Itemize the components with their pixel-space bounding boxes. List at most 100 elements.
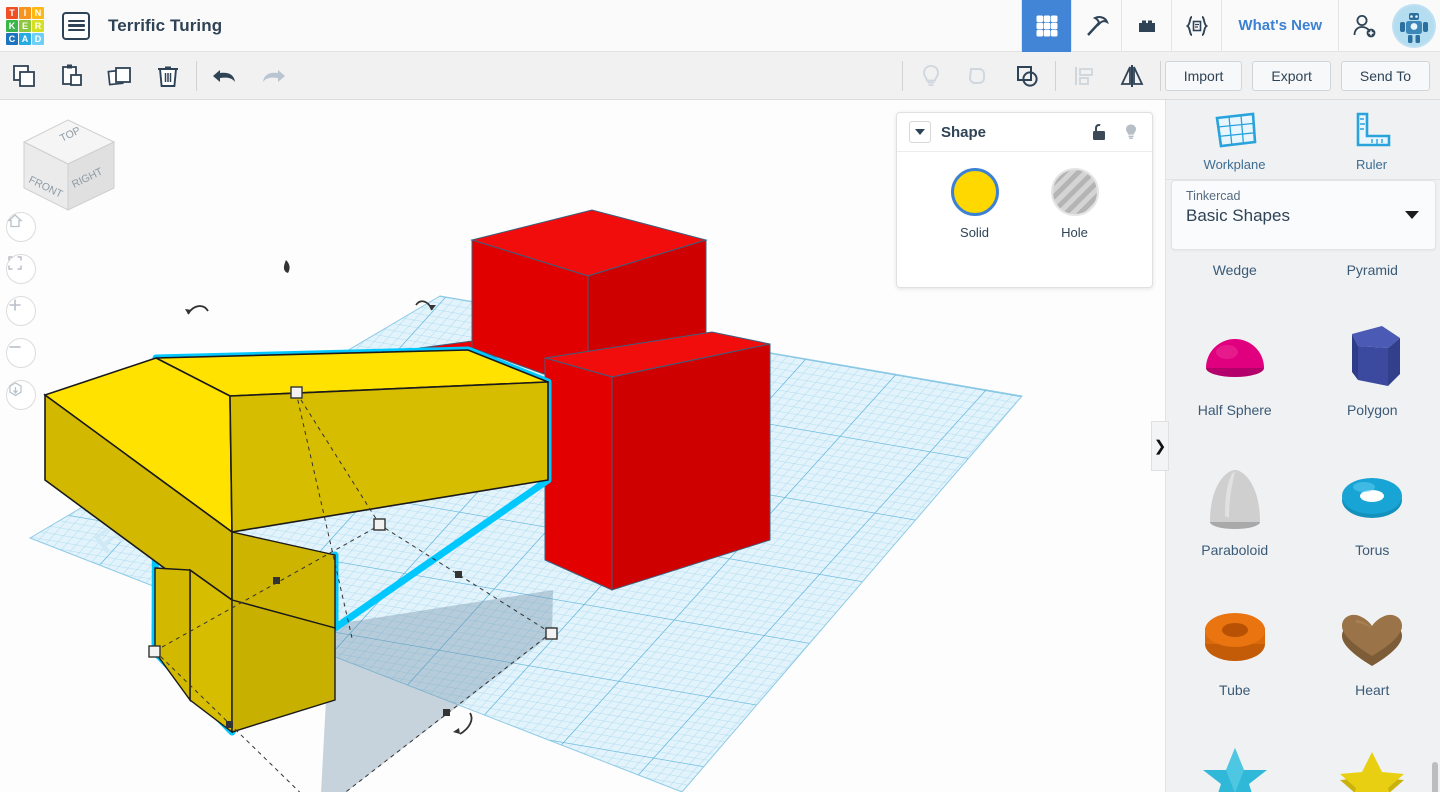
- shape-library-dropdown[interactable]: Tinkercad Basic Shapes: [1171, 180, 1436, 250]
- designs-grid-icon[interactable]: [1021, 0, 1072, 52]
- star-yellow-icon: [1340, 752, 1405, 792]
- align-icon[interactable]: [1060, 52, 1108, 99]
- grid-glyph: [1036, 15, 1058, 36]
- home-view-button[interactable]: [6, 212, 36, 242]
- logo-tile-c: C: [6, 32, 18, 45]
- toolbar-divider-2: [901, 60, 903, 91]
- logo-tile-t: T: [6, 6, 18, 19]
- logo-tile-r: R: [32, 19, 44, 32]
- shape-item-star-yellow[interactable]: [1304, 716, 1440, 792]
- list-menu-icon[interactable]: [62, 11, 90, 40]
- duplicate-icon[interactable]: [96, 52, 144, 99]
- tube-thumb: [1180, 590, 1290, 680]
- shapes-grid: Wedge Pyramid Half Sphere Polygon Parabo…: [1166, 252, 1440, 792]
- ortho-toggle-button[interactable]: [6, 380, 36, 410]
- minecraft-pickaxe-icon[interactable]: [1071, 0, 1121, 52]
- scale-handle-center: [373, 518, 386, 531]
- solid-swatch: [950, 168, 999, 216]
- import-button[interactable]: Import: [1164, 60, 1243, 91]
- home-icon: [7, 214, 23, 228]
- polygon-thumb: [1317, 310, 1427, 400]
- shape-item-polygon[interactable]: Polygon: [1304, 296, 1440, 436]
- header-actions: What's New: [1021, 0, 1440, 52]
- redo-glyph: [263, 69, 285, 82]
- torus-label: Torus: [1355, 542, 1390, 558]
- lightbulb-glyph: [922, 64, 939, 86]
- star-teal-icon: [1202, 748, 1267, 792]
- tinkercad-logo[interactable]: T I N K E R C A D: [6, 6, 44, 45]
- zoom-in-button[interactable]: [6, 296, 36, 326]
- lightbulb-icon[interactable]: [907, 52, 955, 99]
- shapes-scrollbar[interactable]: [1432, 762, 1438, 792]
- shapes-scroll-area[interactable]: Wedge Pyramid Half Sphere Polygon Parabo…: [1166, 252, 1440, 792]
- mid-handle-right: [455, 571, 462, 578]
- undo-glyph: [213, 69, 235, 82]
- group-icon[interactable]: [955, 52, 1003, 99]
- shape-item-heart[interactable]: Heart: [1304, 576, 1440, 716]
- mirror-glyph: [1120, 64, 1144, 87]
- heart-thumb: [1317, 590, 1427, 680]
- solid-option[interactable]: Solid: [950, 168, 999, 240]
- toolbar-divider-4: [1159, 60, 1161, 91]
- lego-brick-icon[interactable]: [1121, 0, 1171, 52]
- send-to-button[interactable]: Send To: [1340, 60, 1430, 91]
- shape-item-wedge[interactable]: Wedge: [1166, 252, 1304, 296]
- paste-icon[interactable]: [48, 52, 96, 99]
- view-cube[interactable]: TOP FRONT RIGHT: [10, 112, 122, 224]
- paste-glyph: [62, 64, 82, 86]
- main-toolbar: Import Export Send To: [0, 52, 1440, 100]
- tube-label: Tube: [1219, 682, 1251, 698]
- workplane-ruler-row: Workplane Ruler: [1166, 100, 1440, 180]
- star-teal-thumb: [1180, 730, 1290, 792]
- brick-glyph: [1138, 20, 1155, 32]
- polygon-label: Polygon: [1346, 402, 1398, 418]
- ungroup-icon[interactable]: [1003, 52, 1051, 99]
- shape-panel-tools: [1090, 122, 1140, 142]
- lightbulb-icon[interactable]: [1122, 122, 1140, 142]
- hole-option[interactable]: Hole: [1050, 168, 1099, 240]
- redo-icon[interactable]: [249, 52, 297, 99]
- polygon-icon: [1352, 326, 1401, 386]
- cube-perspective-icon: [9, 382, 22, 397]
- toolbar-divider-3: [1054, 60, 1056, 91]
- export-button[interactable]: Export: [1252, 60, 1331, 91]
- workplane-tool[interactable]: Workplane: [1166, 100, 1303, 179]
- shape-panel-header: Shape: [897, 113, 1152, 152]
- copy-icon[interactable]: [0, 52, 48, 99]
- shape-item-tube[interactable]: Tube: [1166, 576, 1304, 716]
- shape-item-pyramid[interactable]: Pyramid: [1304, 252, 1440, 296]
- shape-item-paraboloid[interactable]: Paraboloid: [1166, 436, 1304, 576]
- half-sphere-label: Half Sphere: [1197, 402, 1272, 418]
- avatar[interactable]: [1392, 3, 1436, 48]
- hole-label: Hole: [1061, 225, 1088, 240]
- delete-trash-icon[interactable]: [144, 52, 192, 99]
- zoom-out-button[interactable]: [6, 338, 36, 368]
- codeblocks-icon[interactable]: [1171, 0, 1221, 52]
- undo-icon[interactable]: [201, 52, 249, 99]
- height-arrow-marker[interactable]: [283, 260, 290, 273]
- fit-view-button[interactable]: [6, 254, 36, 284]
- ruler-tool[interactable]: Ruler: [1303, 100, 1440, 179]
- shape-item-half-sphere[interactable]: Half Sphere: [1166, 296, 1304, 436]
- mirror-icon[interactable]: [1108, 52, 1156, 99]
- shape-item-star-teal[interactable]: [1166, 716, 1304, 792]
- pyramid-icon: [1326, 252, 1418, 254]
- collapse-panel-handle[interactable]: ❯: [1151, 421, 1169, 471]
- logo-tile-e: E: [19, 19, 31, 32]
- whats-new-link[interactable]: What's New: [1221, 0, 1338, 52]
- trash-glyph: [158, 66, 178, 87]
- ungroup-glyph: [1016, 65, 1038, 87]
- logo-tile-i: I: [19, 6, 31, 19]
- workplane-label: Workplane: [1203, 156, 1266, 172]
- logo-tile-d: D: [32, 32, 44, 45]
- chevron-glyph: [915, 129, 925, 135]
- library-collection: Basic Shapes: [1186, 206, 1290, 225]
- unlocked-padlock-icon[interactable]: [1090, 122, 1108, 142]
- add-person-icon[interactable]: [1338, 0, 1388, 52]
- library-provider: Tinkercad: [1186, 189, 1241, 203]
- chevron-down-icon[interactable]: [909, 121, 931, 143]
- duplicate-glyph: [107, 66, 131, 86]
- pickaxe-glyph: [1087, 15, 1109, 36]
- mid-handle-bottomleft: [226, 721, 233, 728]
- shape-item-torus[interactable]: Torus: [1304, 436, 1440, 576]
